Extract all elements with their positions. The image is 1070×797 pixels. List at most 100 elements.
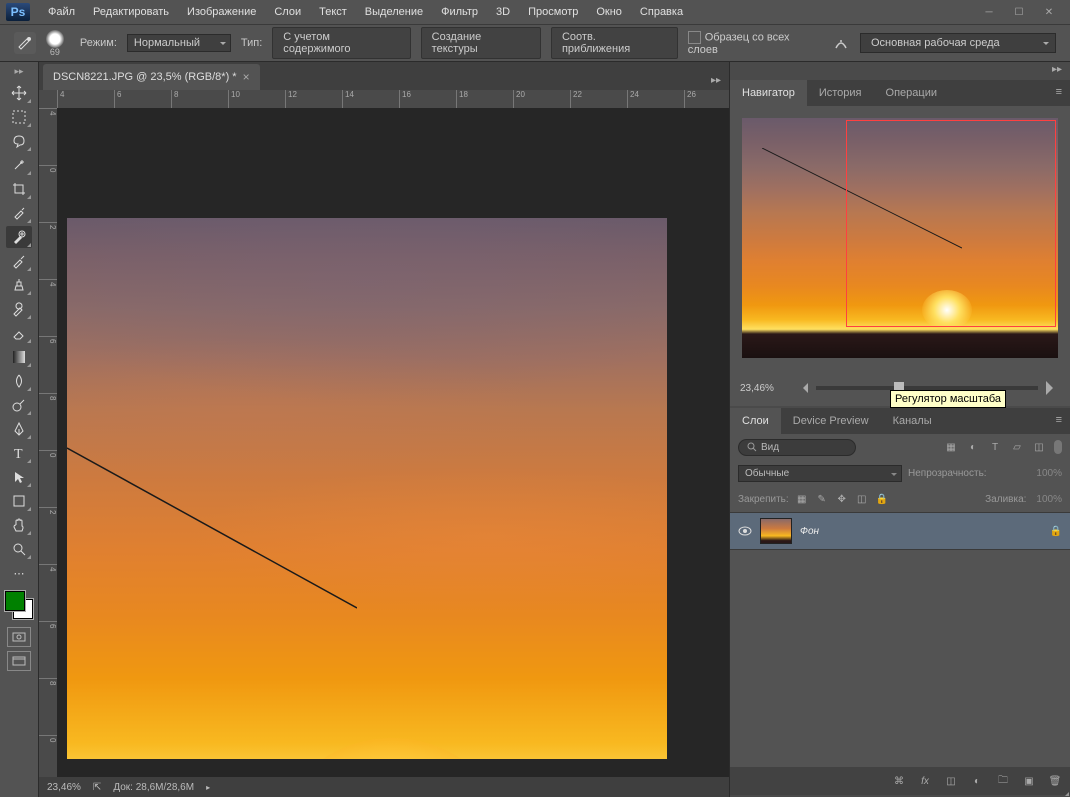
- navigator-thumbnail[interactable]: [742, 118, 1058, 358]
- move-tool[interactable]: [6, 82, 32, 104]
- vertical-ruler[interactable]: 4024680246802: [39, 108, 57, 777]
- edit-toolbar-button[interactable]: ⋯: [6, 562, 32, 584]
- tab-device-preview[interactable]: Device Preview: [781, 408, 881, 434]
- brush-tool[interactable]: [6, 250, 32, 272]
- type-tool[interactable]: T: [6, 442, 32, 464]
- layer-filter-dropdown[interactable]: Вид: [738, 439, 856, 456]
- blend-mode-dropdown[interactable]: Нормальный: [127, 34, 231, 52]
- quick-mask-button[interactable]: [7, 627, 31, 647]
- menu-image[interactable]: Изображение: [179, 3, 264, 21]
- type-proximity-button[interactable]: Соотв. приближения: [551, 27, 678, 59]
- pressure-icon[interactable]: [832, 34, 850, 52]
- opacity-value[interactable]: 100%: [1036, 468, 1062, 479]
- tab-actions[interactable]: Операции: [874, 80, 949, 106]
- type-content-aware-button[interactable]: С учетом содержимого: [272, 27, 410, 59]
- path-selection-tool[interactable]: [6, 466, 32, 488]
- sample-all-layers-checkbox[interactable]: Образец со всех слоев: [688, 31, 822, 56]
- window-maximize-button[interactable]: ☐: [1004, 2, 1034, 22]
- tab-navigator[interactable]: Навигатор: [730, 80, 807, 106]
- magic-wand-tool[interactable]: [6, 154, 32, 176]
- layer-item-background[interactable]: Фон 🔒: [730, 512, 1070, 550]
- lock-position-icon[interactable]: ✥: [835, 492, 849, 506]
- menu-3d[interactable]: 3D: [488, 3, 518, 21]
- menu-filter[interactable]: Фильтр: [433, 3, 486, 21]
- ruler-origin[interactable]: [39, 90, 57, 108]
- link-layers-icon[interactable]: ⌘: [892, 774, 906, 788]
- filter-shape-icon[interactable]: ▱: [1010, 440, 1024, 454]
- menu-help[interactable]: Справка: [632, 3, 691, 21]
- layer-fx-icon[interactable]: fx: [918, 774, 932, 788]
- status-export-icon[interactable]: ⇱: [93, 782, 101, 793]
- layer-thumbnail[interactable]: [760, 518, 792, 544]
- marquee-tool[interactable]: [6, 106, 32, 128]
- new-layer-icon[interactable]: ▣: [1022, 774, 1036, 788]
- brush-preview[interactable]: 69: [46, 30, 64, 57]
- menu-layers[interactable]: Слои: [266, 3, 309, 21]
- zoom-in-icon[interactable]: [1046, 381, 1060, 395]
- tab-channels[interactable]: Каналы: [881, 408, 944, 434]
- hand-tool[interactable]: [6, 514, 32, 536]
- clone-stamp-tool[interactable]: [6, 274, 32, 296]
- lock-transparency-icon[interactable]: ▦: [795, 492, 809, 506]
- tool-preset-picker[interactable]: [14, 32, 36, 54]
- filter-toggle-icon[interactable]: [1054, 440, 1062, 454]
- color-swatches[interactable]: [5, 591, 33, 619]
- navigator-view-box[interactable]: [846, 120, 1056, 327]
- rectangle-tool[interactable]: [6, 490, 32, 512]
- new-adjustment-icon[interactable]: ◐: [970, 774, 984, 788]
- status-zoom[interactable]: 23,46%: [47, 782, 81, 793]
- menu-window[interactable]: Окно: [588, 3, 630, 21]
- canvas[interactable]: [57, 108, 729, 759]
- crop-tool[interactable]: [6, 178, 32, 200]
- layer-lock-icon[interactable]: 🔒: [1050, 526, 1062, 537]
- doc-collapse-icon[interactable]: ▸▸: [703, 71, 729, 90]
- filter-type-icon[interactable]: T: [988, 440, 1002, 454]
- filter-adjustment-icon[interactable]: ◐: [966, 440, 980, 454]
- foreground-color-swatch[interactable]: [5, 591, 25, 611]
- horizontal-ruler[interactable]: 46810121416182022242628303234: [57, 90, 729, 108]
- layer-name[interactable]: Фон: [800, 526, 819, 537]
- spot-healing-brush-tool[interactable]: [6, 226, 32, 248]
- filter-smart-icon[interactable]: ◫: [1032, 440, 1046, 454]
- window-minimize-button[interactable]: ─: [974, 2, 1004, 22]
- blend-mode-select[interactable]: Обычные: [738, 465, 902, 482]
- menu-view[interactable]: Просмотр: [520, 3, 586, 21]
- tab-layers[interactable]: Слои: [730, 408, 781, 434]
- eraser-tool[interactable]: [6, 322, 32, 344]
- pen-tool[interactable]: [6, 418, 32, 440]
- menu-file[interactable]: Файл: [40, 3, 83, 21]
- close-tab-icon[interactable]: ×: [243, 70, 250, 84]
- zoom-out-icon[interactable]: [798, 383, 808, 393]
- add-mask-icon[interactable]: ◫: [944, 774, 958, 788]
- history-brush-tool[interactable]: [6, 298, 32, 320]
- lock-all-icon[interactable]: 🔒: [875, 492, 889, 506]
- tab-history[interactable]: История: [807, 80, 874, 106]
- zoom-tool[interactable]: [6, 538, 32, 560]
- lock-pixels-icon[interactable]: ✎: [815, 492, 829, 506]
- eyedropper-tool[interactable]: [6, 202, 32, 224]
- window-close-button[interactable]: ✕: [1034, 2, 1064, 22]
- visibility-icon[interactable]: [738, 524, 752, 538]
- layers-menu-icon[interactable]: ≡: [1048, 408, 1070, 434]
- navigator-zoom-value[interactable]: 23,46%: [740, 383, 790, 394]
- menu-edit[interactable]: Редактировать: [85, 3, 177, 21]
- new-group-icon[interactable]: 🗀: [996, 774, 1010, 788]
- dodge-tool[interactable]: [6, 394, 32, 416]
- menu-text[interactable]: Текст: [311, 3, 355, 21]
- navigator-menu-icon[interactable]: ≡: [1048, 80, 1070, 106]
- tools-collapse-icon[interactable]: ▸▸: [14, 66, 23, 77]
- fill-value[interactable]: 100%: [1036, 494, 1062, 505]
- menu-select[interactable]: Выделение: [357, 3, 431, 21]
- status-doc-size[interactable]: Док: 28,6M/28,6M: [113, 782, 194, 793]
- type-create-texture-button[interactable]: Создание текстуры: [421, 27, 541, 59]
- blur-tool[interactable]: [6, 370, 32, 392]
- workspace-dropdown[interactable]: Основная рабочая среда: [860, 33, 1056, 53]
- screen-mode-button[interactable]: [7, 651, 31, 671]
- lock-artboard-icon[interactable]: ◫: [855, 492, 869, 506]
- delete-layer-icon[interactable]: 🗑: [1048, 774, 1062, 788]
- gradient-tool[interactable]: [6, 346, 32, 368]
- lasso-tool[interactable]: [6, 130, 32, 152]
- panels-collapse-icon[interactable]: ▸▸: [730, 62, 1070, 80]
- filter-pixel-icon[interactable]: ▦: [944, 440, 958, 454]
- document-tab[interactable]: DSCN8221.JPG @ 23,5% (RGB/8*) * ×: [43, 64, 260, 90]
